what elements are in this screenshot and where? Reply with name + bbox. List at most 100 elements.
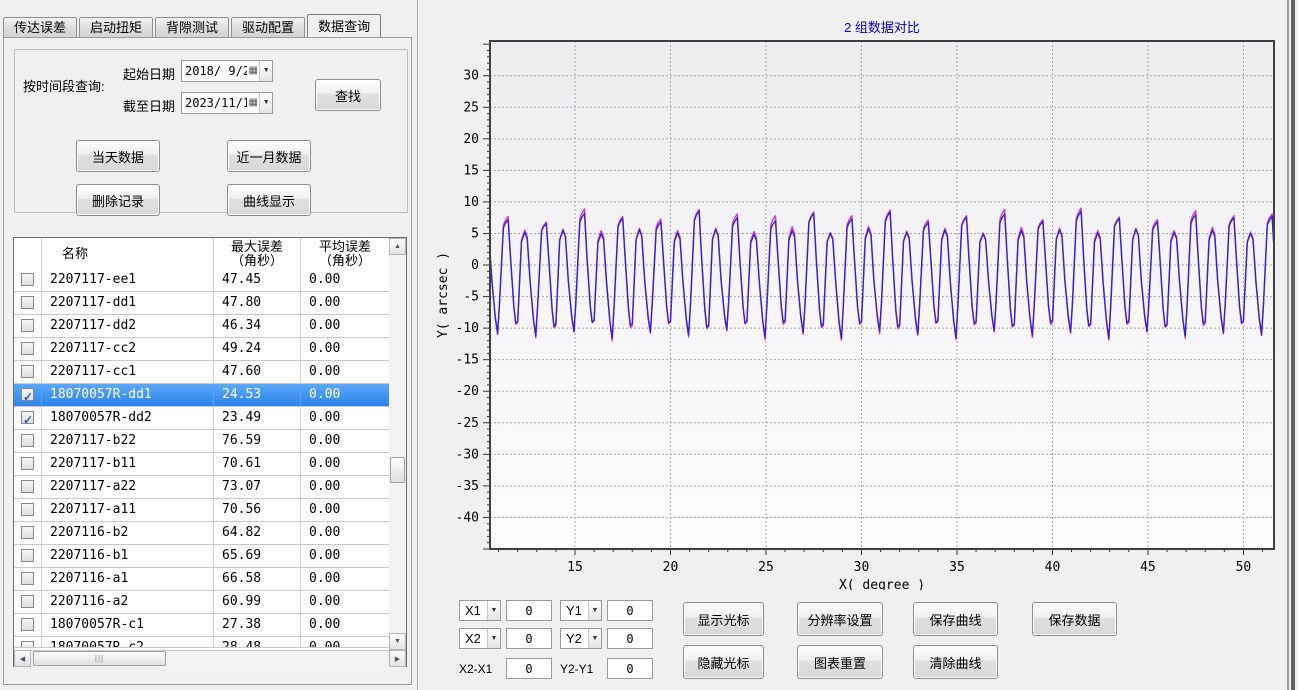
comparison-chart: 1520253035404550302520151050-5-10-15-20-… bbox=[425, 8, 1289, 590]
y2-value-input[interactable] bbox=[608, 629, 652, 648]
row-checkbox[interactable] bbox=[21, 273, 34, 286]
table-row[interactable]: 2207117-cc249.240.00 bbox=[14, 338, 389, 361]
checkbox-cell bbox=[14, 545, 42, 567]
row-checkbox[interactable] bbox=[21, 411, 34, 424]
start-date-picker[interactable]: ▦ ▼ bbox=[181, 60, 273, 82]
row-checkbox[interactable] bbox=[21, 618, 34, 631]
name-cell: 2207117-a11 bbox=[42, 499, 214, 521]
table-row[interactable]: 2207117-dd147.800.00 bbox=[14, 292, 389, 315]
row-checkbox[interactable] bbox=[21, 641, 34, 648]
row-checkbox[interactable] bbox=[21, 595, 34, 608]
table-row[interactable]: 2207116-a166.580.00 bbox=[14, 568, 389, 591]
window-edge bbox=[1291, 0, 1295, 690]
last-month-data-button[interactable]: 近一月数据 bbox=[227, 140, 311, 172]
chart-reset-button[interactable]: 图表重置 bbox=[797, 645, 883, 679]
name-column-header[interactable]: 名称 bbox=[42, 238, 214, 269]
row-checkbox[interactable] bbox=[21, 549, 34, 562]
vertical-scroll-thumb[interactable] bbox=[390, 457, 405, 483]
row-checkbox[interactable] bbox=[21, 503, 34, 516]
table-row[interactable]: 18070057R-c127.380.00 bbox=[14, 614, 389, 637]
x1-value-box[interactable] bbox=[506, 600, 552, 621]
table-row[interactable]: 2207117-a2273.070.00 bbox=[14, 476, 389, 499]
max-error-column-header[interactable]: 最大误差 （角秒） bbox=[214, 238, 301, 269]
name-cell: 2207117-cc2 bbox=[42, 338, 214, 360]
table-row[interactable]: 18070057R-c228.480.00 bbox=[14, 637, 389, 648]
scroll-up-button[interactable]: ▲ bbox=[389, 238, 406, 255]
hide-cursor-button[interactable]: 隐藏光标 bbox=[683, 645, 764, 679]
row-checkbox[interactable] bbox=[21, 526, 34, 539]
y2-value-box[interactable] bbox=[607, 628, 653, 649]
avg-error-cell: 0.00 bbox=[301, 499, 389, 521]
curve-display-button[interactable]: 曲线显示 bbox=[227, 184, 311, 216]
row-checkbox[interactable] bbox=[21, 342, 34, 355]
table-row[interactable]: 2207117-dd246.340.00 bbox=[14, 315, 389, 338]
end-date-picker[interactable]: ▦ ▼ bbox=[181, 92, 273, 114]
tab-data-query[interactable]: 数据查询 bbox=[307, 14, 381, 39]
table-row[interactable]: 18070057R-dd124.530.00 bbox=[14, 384, 389, 407]
scroll-left-button[interactable]: ◀ bbox=[14, 650, 31, 667]
start-date-input[interactable] bbox=[182, 62, 247, 80]
name-cell: 2207117-b22 bbox=[42, 430, 214, 452]
x1-value-input[interactable] bbox=[507, 601, 551, 620]
horizontal-scroll-thumb[interactable]: ||| bbox=[33, 651, 166, 666]
max-error-cell: 46.34 bbox=[214, 315, 301, 337]
table-row[interactable]: 2207117-ee147.450.00 bbox=[14, 269, 389, 292]
tab-transfer-error[interactable]: 传达误差 bbox=[3, 17, 77, 38]
row-checkbox[interactable] bbox=[21, 388, 34, 401]
clear-curve-button[interactable]: 清除曲线 bbox=[913, 645, 998, 679]
max-error-cell: 60.99 bbox=[214, 591, 301, 613]
x2-combo[interactable]: X2 ▼ bbox=[459, 628, 501, 649]
resolution-settings-button[interactable]: 分辨率设置 bbox=[797, 602, 883, 636]
row-checkbox[interactable] bbox=[21, 572, 34, 585]
show-cursor-button[interactable]: 显示光标 bbox=[683, 602, 764, 636]
tab-backlash-test[interactable]: 背隙测试 bbox=[155, 17, 229, 38]
table-row[interactable]: 2207117-cc147.600.00 bbox=[14, 361, 389, 384]
y-tick-label: -30 bbox=[456, 447, 479, 462]
table-row[interactable]: 2207117-b2276.590.00 bbox=[14, 430, 389, 453]
x2-value-box[interactable] bbox=[506, 628, 552, 649]
max-error-cell: 47.45 bbox=[214, 269, 301, 291]
end-date-input[interactable] bbox=[182, 94, 247, 112]
row-checkbox[interactable] bbox=[21, 319, 34, 332]
y1-combo[interactable]: Y1 ▼ bbox=[560, 600, 602, 621]
name-cell: 18070057R-dd2 bbox=[42, 407, 214, 429]
row-checkbox[interactable] bbox=[21, 434, 34, 447]
today-data-button[interactable]: 当天数据 bbox=[76, 140, 160, 172]
avg-error-column-header[interactable]: 平均误差 （角秒） bbox=[301, 238, 389, 269]
y1-value-input[interactable] bbox=[608, 601, 652, 620]
row-checkbox[interactable] bbox=[21, 296, 34, 309]
tab-drive-config[interactable]: 驱动配置 bbox=[231, 17, 305, 38]
calendar-icon[interactable]: ▦ bbox=[247, 95, 259, 111]
scroll-right-button[interactable]: ▶ bbox=[389, 650, 406, 667]
chevron-down-icon[interactable]: ▼ bbox=[259, 61, 272, 81]
save-curve-button[interactable]: 保存曲线 bbox=[913, 602, 998, 636]
scroll-down-button[interactable]: ▼ bbox=[389, 633, 406, 650]
chevron-down-icon[interactable]: ▼ bbox=[259, 93, 272, 113]
y-tick-label: 30 bbox=[463, 69, 479, 84]
y1-value-box[interactable] bbox=[607, 600, 653, 621]
table-vertical-scrollbar[interactable] bbox=[389, 238, 406, 650]
name-cell: 2207117-ee1 bbox=[42, 269, 214, 291]
table-row[interactable]: 2207116-a260.990.00 bbox=[14, 591, 389, 614]
delete-record-button[interactable]: 删除记录 bbox=[76, 184, 160, 216]
row-checkbox[interactable] bbox=[21, 480, 34, 493]
table-row[interactable]: 2207117-b1170.610.00 bbox=[14, 453, 389, 476]
checkbox-cell bbox=[14, 591, 42, 613]
y-axis-label: Y( arcsec ) bbox=[436, 252, 451, 338]
y2-combo[interactable]: Y2 ▼ bbox=[560, 628, 602, 649]
row-checkbox[interactable] bbox=[21, 457, 34, 470]
checkbox-cell bbox=[14, 453, 42, 475]
table-row[interactable]: 2207116-b264.820.00 bbox=[14, 522, 389, 545]
tab-start-torque[interactable]: 启动扭矩 bbox=[79, 17, 153, 38]
table-row[interactable]: 2207117-a1170.560.00 bbox=[14, 499, 389, 522]
save-data-button[interactable]: 保存数据 bbox=[1032, 602, 1117, 636]
calendar-icon[interactable]: ▦ bbox=[247, 63, 259, 79]
x2-value-input[interactable] bbox=[507, 629, 551, 648]
row-checkbox[interactable] bbox=[21, 365, 34, 378]
table-row[interactable]: 18070057R-dd223.490.00 bbox=[14, 407, 389, 430]
dx-value-box bbox=[506, 658, 552, 679]
search-button[interactable]: 查找 bbox=[315, 79, 381, 111]
table-row[interactable]: 2207116-b165.690.00 bbox=[14, 545, 389, 568]
max-error-cell: 65.69 bbox=[214, 545, 301, 567]
x1-combo[interactable]: X1 ▼ bbox=[459, 600, 501, 621]
